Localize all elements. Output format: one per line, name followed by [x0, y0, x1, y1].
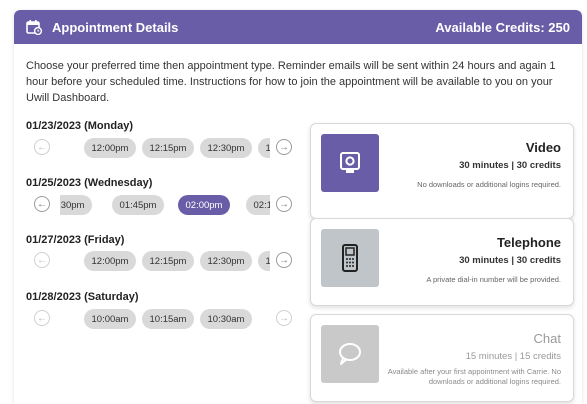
time-slot[interactable]: 02:15pm	[246, 195, 270, 215]
calendar-clock-icon	[26, 19, 43, 36]
time-slot[interactable]: 12:15pm	[142, 138, 194, 158]
appointment-details-panel: Appointment Details Available Credits: 2…	[14, 10, 582, 404]
type-title: Video	[525, 140, 561, 155]
time-slot-selected[interactable]: 02:00pm	[178, 195, 230, 215]
type-meta: 15 minutes | 15 credits	[465, 351, 561, 362]
type-meta: 30 minutes | 30 credits	[459, 160, 561, 171]
type-note: Available after your first appointment w…	[387, 367, 561, 386]
date-label-day-3: 01/27/2023 (Friday)	[26, 234, 125, 246]
date-label-day-4: 01/28/2023 (Saturday)	[26, 291, 139, 303]
type-note: A private dial-in number will be provide…	[426, 275, 561, 284]
time-slot[interactable]: 10:15am	[142, 309, 194, 329]
prev-slots-arrow-icon[interactable]: ←	[34, 139, 50, 155]
time-slot[interactable]: 12:00pm	[84, 251, 136, 271]
next-slots-arrow-icon[interactable]: →	[276, 196, 292, 212]
time-slot[interactable]: 12:30pm	[200, 138, 252, 158]
time-slots-day-4: 10:00am 10:15am 10:30am	[60, 308, 270, 330]
prev-slots-arrow-icon[interactable]: ←	[34, 310, 50, 326]
panel-header: Appointment Details Available Credits: 2…	[14, 10, 582, 44]
time-slot[interactable]: 12:15pm	[142, 251, 194, 271]
next-slots-arrow-icon[interactable]: →	[276, 252, 292, 268]
time-slot-row-day-2: ← 01:30pm 01:45pm 02:00pm 02:15pm →	[34, 194, 294, 216]
type-title: Telephone	[496, 235, 561, 250]
available-credits: Available Credits: 250	[435, 19, 570, 35]
type-meta: 30 minutes | 30 credits	[459, 255, 561, 266]
intro-text: Choose your preferred time then appointm…	[26, 60, 556, 104]
time-slot[interactable]: 12:45pm	[258, 138, 270, 158]
date-label-day-1: 01/23/2023 (Monday)	[26, 120, 133, 132]
panel-title: Appointment Details	[52, 19, 179, 35]
time-slot-row-day-3: ← 12:00pm 12:15pm 12:30pm 12:45pm →	[34, 250, 294, 272]
time-slot-row-day-4: ← 10:00am 10:15am 10:30am →	[34, 308, 294, 330]
time-slot[interactable]: 10:00am	[84, 309, 136, 329]
next-slots-arrow-icon[interactable]: →	[276, 139, 292, 155]
prev-slots-arrow-icon[interactable]: ←	[34, 196, 50, 212]
type-title: Chat	[533, 331, 561, 346]
next-slots-arrow-icon[interactable]: →	[276, 310, 292, 326]
time-slot[interactable]: 10:30am	[200, 309, 252, 329]
time-slot[interactable]: 12:30pm	[200, 251, 252, 271]
type-note: No downloads or additional logins requir…	[417, 180, 561, 189]
time-slots-day-3: 12:00pm 12:15pm 12:30pm 12:45pm	[60, 250, 270, 272]
appointment-type-chat[interactable]: Chat 15 minutes | 15 credits Available a…	[310, 314, 574, 402]
time-slots-day-2: 01:30pm 01:45pm 02:00pm 02:15pm	[60, 194, 270, 216]
appointment-type-telephone[interactable]: Telephone 30 minutes | 30 credits A priv…	[310, 218, 574, 306]
time-slot-row-day-1: ← 12:00pm 12:15pm 12:30pm 12:45pm →	[34, 137, 294, 159]
time-slot[interactable]: 01:30pm	[60, 195, 92, 215]
time-slots-day-1: 12:00pm 12:15pm 12:30pm 12:45pm	[60, 137, 270, 159]
appointment-type-video[interactable]: Video 30 minutes | 30 credits No downloa…	[310, 123, 574, 219]
time-slot[interactable]: 01:45pm	[112, 195, 164, 215]
prev-slots-arrow-icon[interactable]: ←	[34, 252, 50, 268]
time-slot[interactable]: 12:45pm	[258, 251, 270, 271]
date-label-day-2: 01/25/2023 (Wednesday)	[26, 177, 153, 189]
time-slot[interactable]: 12:00pm	[84, 138, 136, 158]
